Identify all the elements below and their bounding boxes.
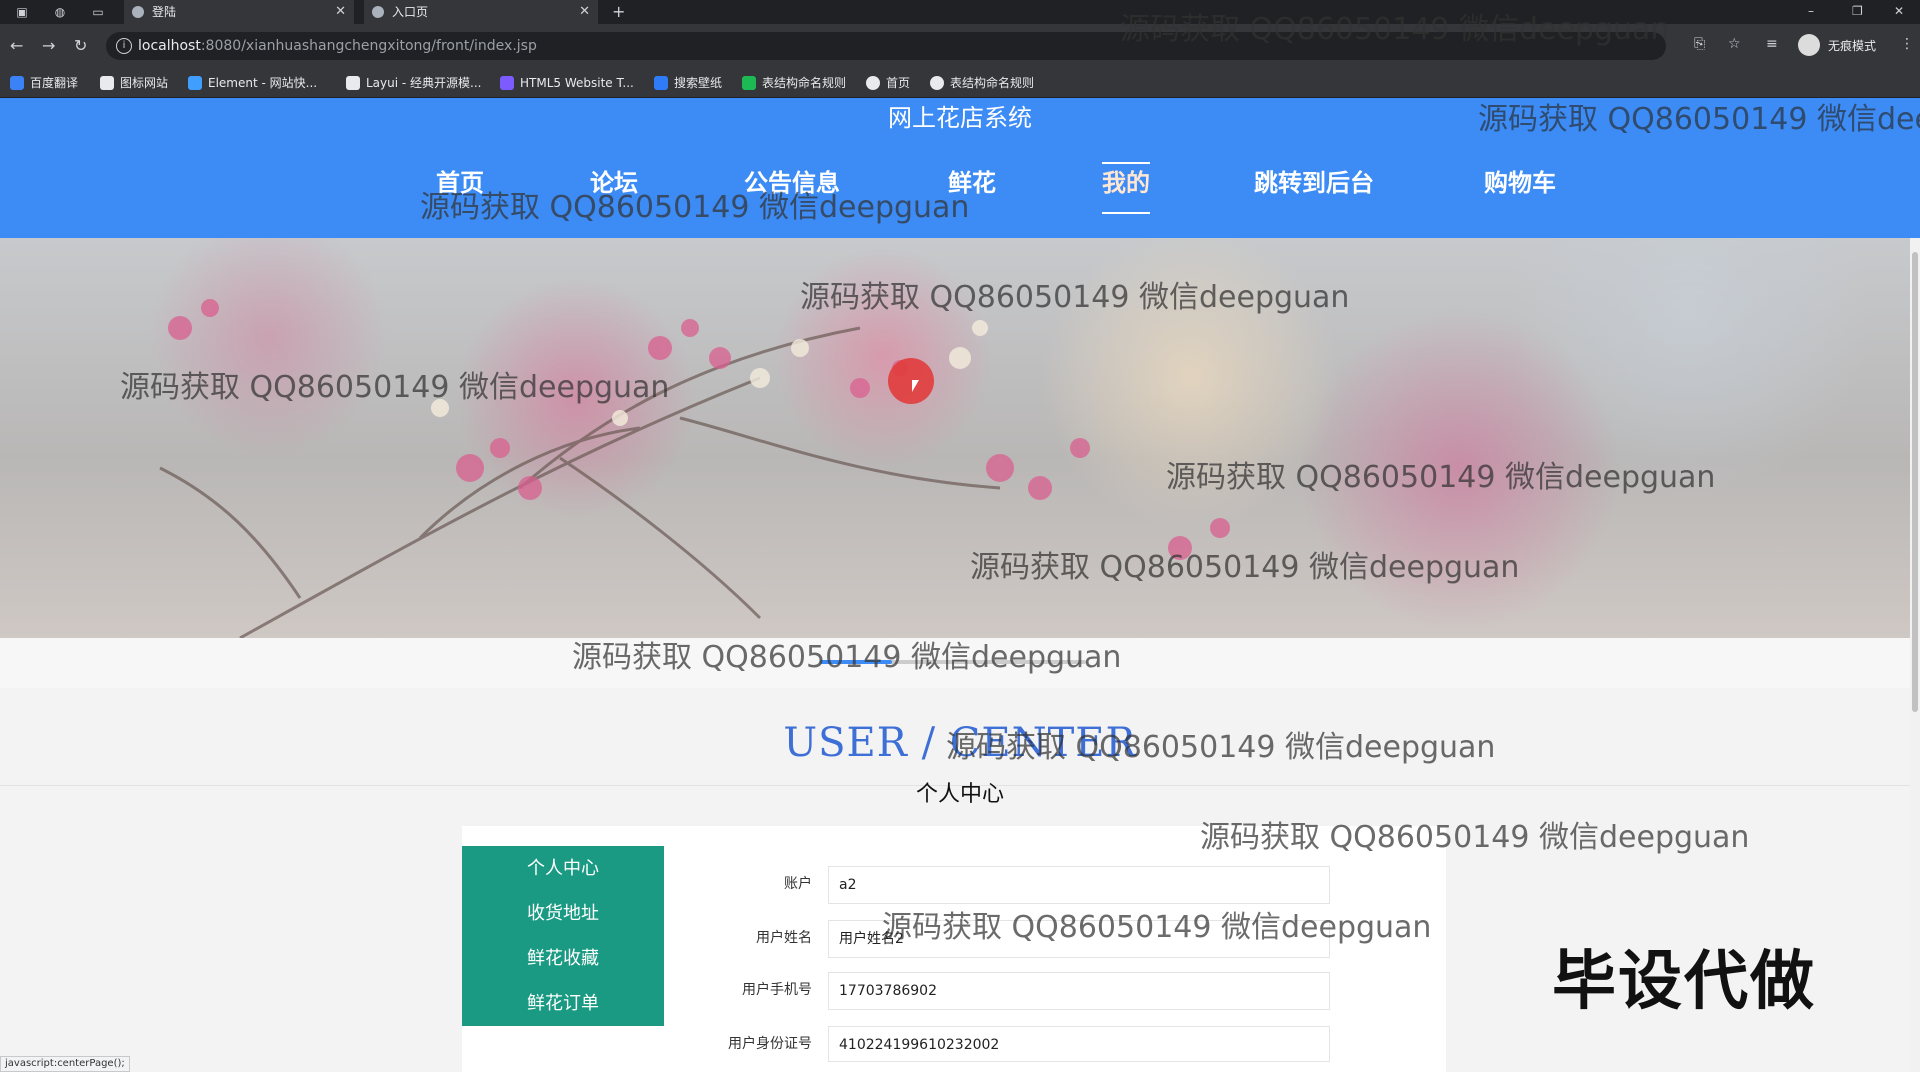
forward-icon[interactable]: →	[42, 36, 55, 56]
close-window-icon[interactable]: ✕	[1894, 4, 1904, 18]
close-icon[interactable]: ✕	[335, 0, 346, 24]
nav-mine[interactable]: 我的	[1102, 158, 1150, 214]
address-bar-row: ← → ↻ i localhost:8080/xianhuashangcheng…	[0, 24, 1920, 68]
tab-title: 入口页	[392, 5, 429, 19]
restore-icon[interactable]: ❐	[1852, 4, 1863, 18]
globe-icon	[866, 76, 880, 90]
wallpaper-icon	[654, 76, 668, 90]
translate-icon[interactable]: ⎘	[1694, 36, 1705, 52]
window-controls: – ❐ ✕	[1800, 0, 1920, 24]
tab-login[interactable]: 登陆 ✕	[124, 0, 354, 24]
tab-favicon-icon	[132, 6, 144, 18]
side-menu-favorites[interactable]: 鲜花收藏	[462, 936, 664, 981]
bookmark-item[interactable]: 百度翻译	[10, 68, 78, 98]
nav-cart[interactable]: 购物车	[1484, 158, 1556, 208]
bookmark-item[interactable]: Layui - 经典开源模...	[346, 68, 481, 98]
globe-icon	[930, 76, 944, 90]
incognito-label: 无痕模式	[1828, 39, 1877, 53]
bookmark-item[interactable]: 表结构命名规则	[742, 68, 846, 98]
url-text: localhost:8080/xianhuashangchengxitong/f…	[138, 38, 537, 54]
bookmark-icon	[10, 76, 24, 90]
id-number-label: 用户身份证号	[728, 1036, 812, 1052]
bookmark-item[interactable]: HTML5 Website T...	[500, 68, 634, 98]
back-icon[interactable]: ←	[10, 36, 23, 56]
element-logo-icon	[188, 76, 202, 90]
url-input[interactable]: i localhost:8080/xianhuashangchengxitong…	[106, 32, 1666, 60]
nav-admin[interactable]: 跳转到后台	[1254, 158, 1374, 208]
tab-entry[interactable]: 入口页 ✕	[364, 0, 598, 24]
phone-label: 用户手机号	[742, 982, 812, 998]
click-indicator	[888, 358, 934, 404]
menu-kebab-icon[interactable]: ⋮	[1900, 36, 1914, 52]
account-label: 账户	[784, 876, 812, 892]
tab-title: 登陆	[152, 5, 177, 19]
site-header: 网上花店系统 首页 论坛 公告信息 鲜花 我的 跳转到后台 购物车	[0, 98, 1920, 238]
section-title-en: USER / CENTER	[783, 720, 1137, 766]
nav-notices[interactable]: 公告信息	[744, 158, 840, 208]
incognito-icon[interactable]	[1798, 34, 1820, 56]
bookmark-item[interactable]: 表结构命名规则	[930, 68, 1034, 98]
account-field[interactable]: a2	[828, 866, 1330, 904]
html5-icon	[500, 76, 514, 90]
minimize-icon[interactable]: –	[1808, 4, 1814, 18]
username-field[interactable]: 用户姓名2	[828, 920, 1330, 958]
new-tab-button[interactable]: +	[612, 0, 625, 24]
close-icon[interactable]: ✕	[579, 0, 590, 24]
globe-icon[interactable]: ◍	[50, 3, 70, 21]
info-icon[interactable]: i	[116, 38, 132, 54]
side-menu-address[interactable]: 收货地址	[462, 891, 664, 936]
status-bar: javascript:centerPage();	[0, 1056, 130, 1072]
phone-field[interactable]: 17703786902	[828, 972, 1330, 1010]
flag-icon	[100, 76, 114, 90]
sheet-icon	[742, 76, 756, 90]
section-header: USER / CENTER	[0, 690, 1920, 786]
layui-logo-icon	[346, 76, 360, 90]
flower-branch-illustration	[159, 299, 1230, 638]
browser-window: ▣ ◍ ▭ 登陆 ✕ 入口页 ✕ + – ❐ ✕ ← → ↻ i localho…	[0, 0, 1920, 1072]
side-menu-orders[interactable]: 鲜花订单	[462, 981, 664, 1026]
watermark-badge: 毕设代做	[1552, 945, 1816, 1019]
star-icon[interactable]: ☆	[1728, 36, 1741, 52]
bookmarks-bar: 百度翻译 图标网站 Element - 网站快... Layui - 经典开源模…	[0, 68, 1920, 98]
banner-slider-progress	[820, 660, 892, 664]
nav-forum[interactable]: 论坛	[590, 158, 638, 208]
bookmark-item[interactable]: 搜索壁纸	[654, 68, 722, 98]
window-icon[interactable]: ▭	[88, 3, 108, 21]
scrollbar-thumb[interactable]	[1912, 252, 1918, 712]
nav-flowers[interactable]: 鲜花	[948, 158, 996, 208]
tab-strip: ▣ ◍ ▭ 登陆 ✕ 入口页 ✕ + – ❐ ✕	[0, 0, 1920, 24]
mouse-cursor-icon	[912, 380, 919, 392]
side-menu: 个人中心 收货地址 鲜花收藏 鲜花订单	[462, 846, 664, 1026]
tab-favicon-icon	[372, 6, 384, 18]
nav-home[interactable]: 首页	[436, 158, 484, 208]
banner-image	[0, 238, 1920, 638]
reload-icon[interactable]: ↻	[74, 36, 87, 56]
section-title-cn: 个人中心	[915, 782, 1004, 807]
id-number-field[interactable]: 410224199610232002	[828, 1026, 1330, 1062]
username-label: 用户姓名	[756, 930, 812, 946]
bookmark-item[interactable]: 图标网站	[100, 68, 168, 98]
bookmark-item[interactable]: Element - 网站快...	[188, 68, 317, 98]
app-icon[interactable]: ▣	[12, 3, 32, 21]
reading-list-icon[interactable]: ≡	[1766, 36, 1778, 52]
side-menu-profile[interactable]: 个人中心	[462, 846, 664, 891]
bookmark-item[interactable]: 首页	[866, 68, 910, 98]
site-title: 网上花店系统	[888, 104, 1032, 132]
